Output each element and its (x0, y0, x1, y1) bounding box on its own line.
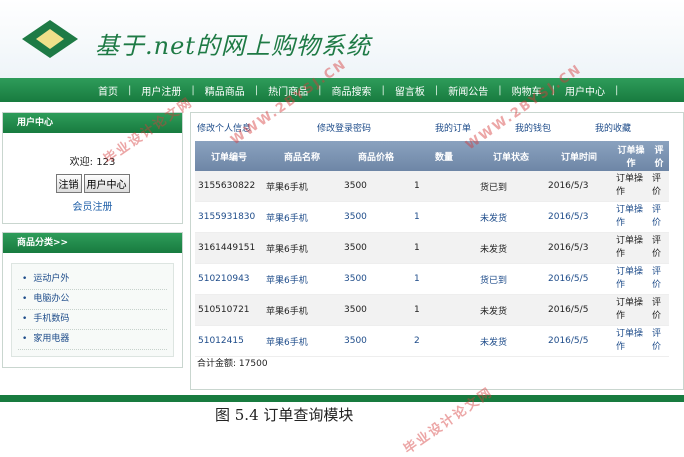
order-time: 2016/5/5 (545, 294, 613, 326)
change-password-link[interactable]: 修改登录密码 (317, 121, 371, 134)
order-operation-link[interactable]: 订单操作 (613, 294, 649, 326)
my-orders-link[interactable]: 我的订单 (435, 121, 471, 134)
review-link[interactable]: 评价 (649, 294, 669, 326)
category-item[interactable]: 手机数码 (18, 310, 167, 330)
quantity: 1 (411, 232, 477, 264)
review-link[interactable]: 评价 (649, 263, 669, 295)
order-operation-link[interactable]: 订单操作 (613, 263, 649, 295)
order-operation-link[interactable]: 订单操作 (613, 232, 649, 264)
product-name: 苹果6手机 (263, 263, 341, 295)
my-favorites-link[interactable]: 我的收藏 (595, 121, 631, 134)
review-link[interactable]: 评价 (649, 325, 669, 357)
category-panel-title: 商品分类>> (3, 233, 182, 253)
table-header-row: 订单编号 商品名称 商品价格 数量 订单状态 订单时间 订单操作 评价 (195, 141, 669, 171)
order-time: 2016/5/3 (545, 171, 613, 202)
order-id: 51012415 (195, 325, 263, 357)
order-status: 未发货 (477, 294, 545, 326)
footer-bar (0, 395, 684, 402)
col-order-id: 订单编号 (195, 141, 263, 171)
product-name: 苹果6手机 (263, 232, 341, 264)
order-panel: 修改个人信息 修改登录密码 我的订单 我的钱包 我的收藏 订单编号 商品名称 商… (190, 112, 684, 390)
order-id: 3161449151 (195, 232, 263, 264)
order-status: 货已到 (477, 263, 545, 295)
figure-caption: 图 5.4 订单查询模块 (215, 406, 354, 424)
order-id: 510210943 (195, 263, 263, 295)
member-register-link[interactable]: 会员注册 (3, 198, 182, 213)
order-id: 3155630822 (195, 171, 263, 202)
total-value: 17500 (238, 359, 268, 369)
table-row: 3155931830 苹果6手机 3500 1 未发货 2016/5/3 订单操… (195, 201, 669, 233)
diamond-logo-icon (22, 20, 78, 58)
order-status: 货已到 (477, 171, 545, 202)
order-status: 未发货 (477, 201, 545, 233)
review-link[interactable]: 评价 (649, 232, 669, 264)
category-item[interactable]: 电脑办公 (18, 290, 167, 310)
order-operation-link[interactable]: 订单操作 (613, 171, 649, 202)
sidebar: 用户中心 欢迎: 123 注销用户中心 会员注册 商品分类>> 运动户外 电脑办… (2, 112, 183, 376)
site-title: 基于.net的网上购物系统 (95, 32, 371, 60)
order-time: 2016/5/3 (545, 201, 613, 233)
order-operation-link[interactable]: 订单操作 (613, 201, 649, 233)
price: 3500 (341, 263, 411, 295)
category-list: 运动户外 电脑办公 手机数码 家用电器 (11, 263, 174, 357)
nav-search[interactable]: 商品搜索 (322, 83, 382, 98)
order-operation-link[interactable]: 订单操作 (613, 325, 649, 357)
price: 3500 (341, 232, 411, 264)
category-item[interactable]: 运动户外 (18, 270, 167, 290)
main-nav: 首页 | 用户注册 | 精品商品 | 热门商品 | 商品搜索 | 留言板 | 新闻公告 | 购… (0, 78, 684, 102)
quantity: 2 (411, 325, 477, 357)
order-time: 2016/5/5 (545, 263, 613, 295)
welcome-text: 欢迎: 123 (69, 157, 116, 168)
price: 3500 (341, 294, 411, 326)
product-name: 苹果6手机 (263, 201, 341, 233)
total-label: 合计金额: (197, 359, 237, 369)
order-status: 未发货 (477, 325, 545, 357)
watermark: 毕业设计论文网 (401, 384, 496, 457)
nav-news[interactable]: 新闻公告 (438, 83, 498, 98)
nav-featured[interactable]: 精品商品 (195, 83, 255, 98)
col-status: 订单状态 (477, 141, 545, 171)
col-product-name: 商品名称 (263, 141, 341, 171)
product-name: 苹果6手机 (263, 294, 341, 326)
category-panel: 商品分类>> 运动户外 电脑办公 手机数码 家用电器 (2, 232, 183, 368)
my-wallet-link[interactable]: 我的钱包 (515, 121, 551, 134)
user-center-button[interactable]: 用户中心 (83, 174, 130, 193)
category-item[interactable]: 家用电器 (18, 330, 167, 350)
price: 3500 (341, 325, 411, 357)
col-time: 订单时间 (545, 141, 613, 171)
order-id: 3155931830 (195, 201, 263, 233)
order-time: 2016/5/3 (545, 232, 613, 264)
product-name: 苹果6手机 (263, 171, 341, 202)
order-id: 510510721 (195, 294, 263, 326)
table-row: 3155630822 苹果6手机 3500 1 货已到 2016/5/3 订单操… (195, 171, 669, 202)
order-time: 2016/5/5 (545, 325, 613, 357)
col-review: 评价 (649, 141, 669, 171)
col-operation: 订单操作 (613, 141, 649, 171)
table-row: 51012415 苹果6手机 3500 2 未发货 2016/5/5 订单操作 … (195, 325, 669, 357)
price: 3500 (341, 201, 411, 233)
col-price: 商品价格 (341, 141, 411, 171)
product-name: 苹果6手机 (263, 325, 341, 357)
order-status: 未发货 (477, 232, 545, 264)
quantity: 1 (411, 201, 477, 233)
quantity: 1 (411, 171, 477, 202)
nav-home[interactable]: 首页 (88, 83, 128, 98)
orders-table: 订单编号 商品名称 商品价格 数量 订单状态 订单时间 订单操作 评价 3155… (195, 141, 669, 357)
nav-guestbook[interactable]: 留言板 (385, 83, 435, 98)
table-row: 510510721 苹果6手机 3500 1 未发货 2016/5/5 订单操作… (195, 294, 669, 326)
table-row: 3161449151 苹果6手机 3500 1 未发货 2016/5/3 订单操… (195, 232, 669, 264)
order-total: 合计金额: 17500 (197, 356, 268, 369)
table-row: 510210943 苹果6手机 3500 1 货已到 2016/5/5 订单操作… (195, 263, 669, 295)
review-link[interactable]: 评价 (649, 201, 669, 233)
price: 3500 (341, 171, 411, 202)
review-link[interactable]: 评价 (649, 171, 669, 202)
quantity: 1 (411, 263, 477, 295)
logout-button[interactable]: 注销 (55, 174, 82, 193)
quantity: 1 (411, 294, 477, 326)
